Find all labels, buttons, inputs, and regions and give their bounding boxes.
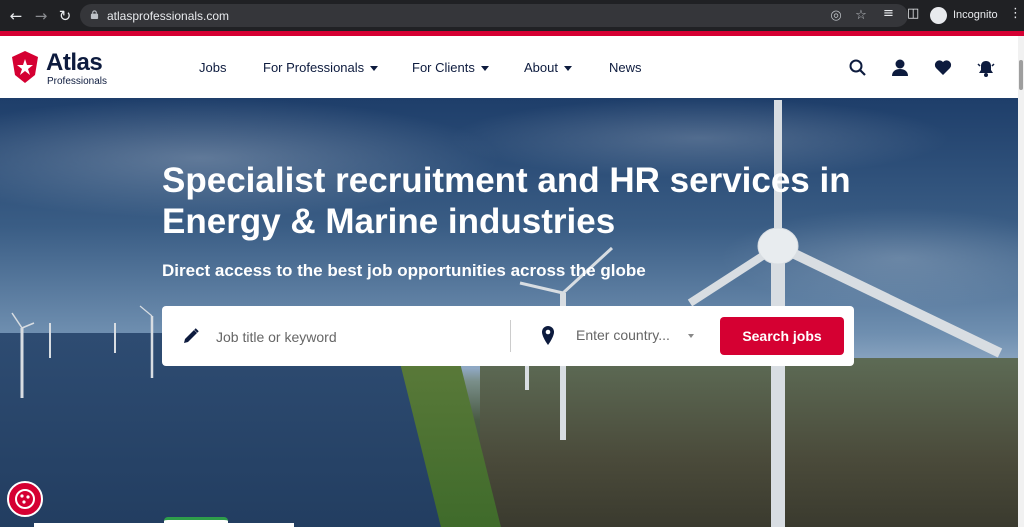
forward-icon[interactable]: → bbox=[31, 6, 51, 26]
url-text: atlasprofessionals.com bbox=[107, 9, 230, 23]
incognito-icon[interactable] bbox=[930, 7, 947, 24]
notifications-icon[interactable] bbox=[976, 58, 996, 78]
country-select[interactable]: Enter country... bbox=[576, 327, 670, 343]
nav-about-label: About bbox=[524, 60, 558, 75]
reload-icon[interactable]: ↻ bbox=[55, 6, 75, 26]
search-jobs-button[interactable]: Search jobs bbox=[720, 317, 844, 355]
browser-toolbar: ← → ↻ atlasprofessionals.com ◎ ☆ ≡ ◫ Inc… bbox=[0, 0, 1024, 31]
nav-about[interactable]: About bbox=[524, 60, 572, 75]
nav-jobs[interactable]: Jobs bbox=[199, 60, 226, 75]
nav-news-label: News bbox=[609, 60, 642, 75]
keyword-input[interactable] bbox=[214, 326, 498, 348]
more-icon[interactable]: ⋮ bbox=[1009, 6, 1022, 21]
hero-heading: Specialist recruitment and HR services i… bbox=[162, 161, 851, 241]
chevron-down-icon bbox=[370, 66, 379, 72]
pencil-icon bbox=[184, 328, 199, 343]
account-icon[interactable] bbox=[890, 58, 910, 78]
lock-icon bbox=[90, 10, 99, 19]
nav-news[interactable]: News bbox=[609, 60, 642, 75]
hero-banner: Specialist recruitment and HR services i… bbox=[0, 98, 1018, 527]
side-panel-icon[interactable]: ◫ bbox=[907, 6, 919, 21]
chevron-down-icon bbox=[563, 66, 572, 72]
favorites-icon[interactable] bbox=[933, 58, 953, 78]
brand-tagline: Professionals bbox=[47, 76, 108, 87]
address-bar[interactable]: atlasprofessionals.com ◎ ☆ bbox=[80, 4, 908, 27]
job-search-form: Enter country... Search jobs bbox=[162, 306, 854, 366]
nav-for-clients[interactable]: For Clients bbox=[412, 60, 489, 75]
star-icon[interactable]: ☆ bbox=[853, 8, 869, 24]
site-header: Atlas Professionals Jobs For Professiona… bbox=[0, 36, 1018, 98]
profile-label[interactable]: Incognito bbox=[953, 9, 998, 21]
eye-off-icon[interactable]: ◎ bbox=[828, 8, 844, 24]
search-divider bbox=[510, 320, 511, 352]
atlas-logo-icon[interactable] bbox=[11, 50, 39, 84]
nav-for-professionals-label: For Professionals bbox=[263, 60, 365, 75]
cookie-settings-icon[interactable] bbox=[7, 481, 43, 517]
chevron-down-icon bbox=[480, 66, 489, 72]
hero-subheading: Direct access to the best job opportunit… bbox=[162, 261, 646, 280]
reading-list-icon[interactable]: ≡ bbox=[883, 6, 894, 21]
page-scrollbar[interactable] bbox=[1018, 36, 1024, 527]
location-pin-icon bbox=[542, 326, 554, 345]
green-tab[interactable] bbox=[164, 517, 228, 527]
nav-jobs-label: Jobs bbox=[199, 60, 227, 75]
nav-for-professionals[interactable]: For Professionals bbox=[263, 60, 379, 75]
brand-name[interactable]: Atlas bbox=[46, 49, 103, 77]
scrollbar-thumb[interactable] bbox=[1019, 60, 1023, 90]
search-icon[interactable] bbox=[848, 58, 868, 78]
back-icon[interactable]: ← bbox=[6, 6, 26, 26]
chevron-down-icon[interactable] bbox=[688, 334, 694, 338]
nav-for-clients-label: For Clients bbox=[412, 60, 475, 75]
